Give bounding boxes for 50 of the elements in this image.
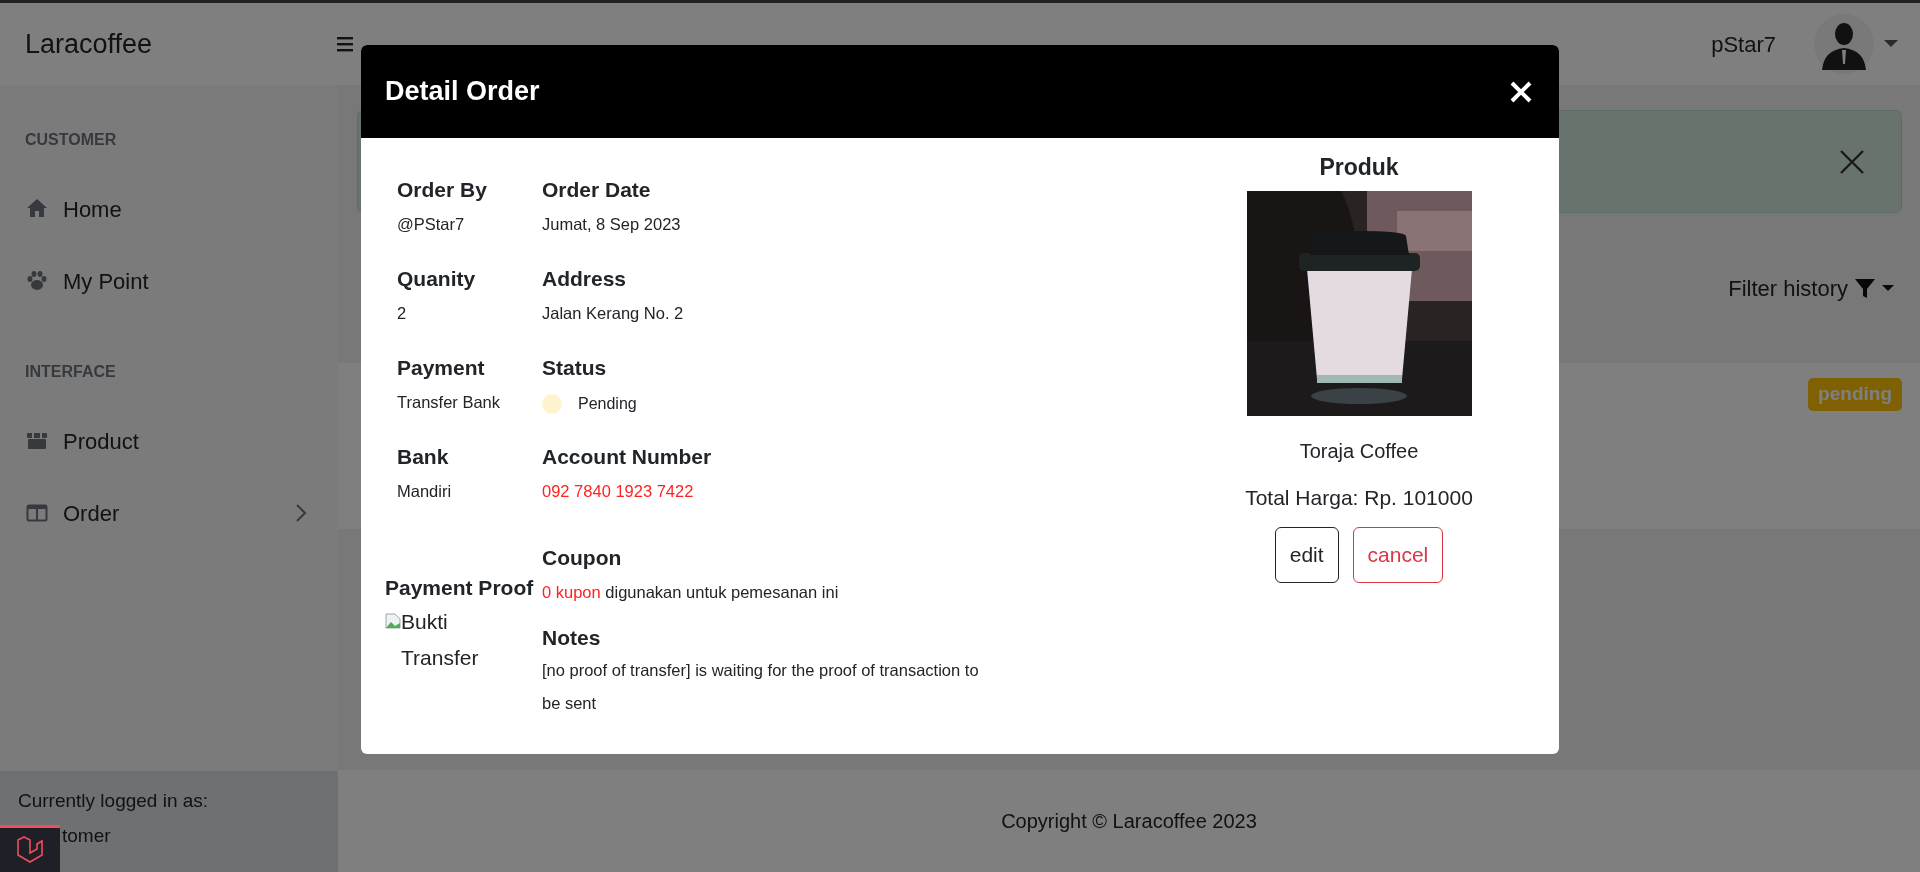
total-price: Total Harga: Rp. 101000 [1245,484,1473,511]
field-label: Notes [542,625,602,652]
status-text: Pending [578,393,637,414]
modal-title: Detail Order [385,75,540,109]
sidebar-item[interactable]: My Point [0,245,338,317]
field-value: Mandiri [397,480,453,502]
caret-icon [1882,284,1894,292]
field-value: @PStar7 [397,213,466,235]
cube-icon [15,835,45,865]
chevron-icon [295,503,307,523]
field-label: Payment [397,355,486,381]
edit-button[interactable]: edit [1274,527,1339,583]
filter-icon [1854,277,1876,299]
product-name: Toraja Coffee [1299,438,1419,464]
section-heading: CUSTOMER [24,130,118,150]
copyright-text: Copyright © Laracoffee 2023 [1001,809,1257,834]
account-number: 092 7840 1923 7422 [542,480,695,502]
sidebar-item[interactable]: Home [0,173,338,245]
field-label: Order By [397,177,488,203]
field-label: Account Number [542,444,713,470]
filter-dropdown[interactable]: Filter history [1728,271,1894,305]
caret-icon[interactable] [1884,40,1898,48]
section-heading: Produk [1319,153,1399,182]
cancel-button[interactable]: cancel [1352,527,1444,583]
notes-text: [no proof of transfer] is waiting for the proof of transaction to be sent [542,659,980,714]
field-label: Coupon [542,545,623,571]
section-heading: INTERFACE [24,362,117,382]
field-label: Order Date [542,177,652,203]
field-value: Transfer Bank [397,391,501,413]
field-label: Quanity [397,266,477,292]
sidebar-item[interactable]: Order [0,477,338,549]
login-caption: Currently logged in as: [18,789,210,813]
broken-image-icon [385,612,401,629]
field-label: Bank [397,444,450,470]
paw-icon [25,269,49,293]
field-label: Status [542,355,608,381]
field-label: Payment Proof [385,575,535,601]
brand-name[interactable]: Laracoffee [25,23,153,65]
user-name[interactable]: pStar7 [1711,27,1776,61]
image-alt-text: Bukti Transfer [401,608,480,671]
status-badge: pending [1808,378,1902,411]
login-role: tomer [62,823,112,848]
field-value: Jalan Kerang No. 2 [542,302,685,324]
field-value: 2 [397,302,408,324]
field-value: Jumat, 8 Sep 2023 [542,213,682,235]
coupon-text: 0 kupon digunakan untuk pemesanan ini [542,581,840,603]
menu-icon[interactable] [336,35,356,53]
avatar-icon[interactable] [1814,14,1874,74]
field-label: Address [542,266,628,292]
sidebar-item[interactable]: Product [0,405,338,477]
